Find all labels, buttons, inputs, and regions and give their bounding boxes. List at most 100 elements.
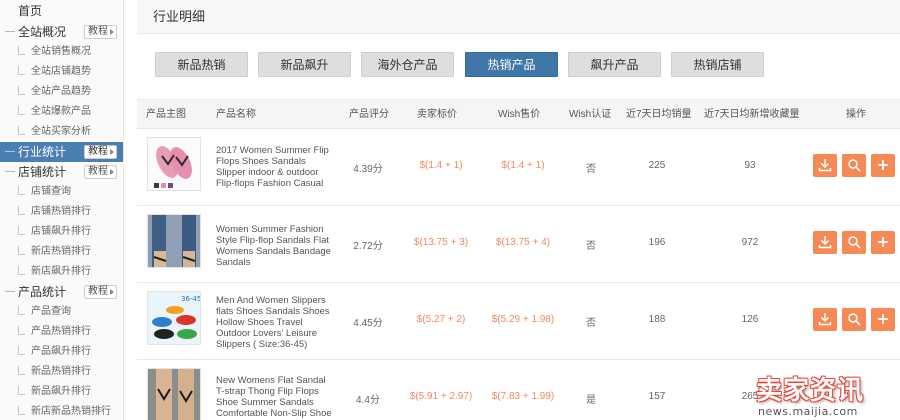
col-name: 产品名称 [216,109,256,120]
seller-price: $(5.27 + 2) [416,314,466,325]
product-name[interactable]: Men And Women Slippers flats Shoes Sanda… [216,295,336,350]
product-rating: 2.72分 [353,241,383,252]
main-panel: 行业明细 新品热销 新品飙升 海外仓产品 热销产品 飙升产品 热销店铺 产品主图… [137,0,900,420]
favorites-7d: 972 [741,237,759,248]
plus-icon [878,314,888,324]
nav-home[interactable]: 首页 [0,0,123,22]
tab-hot-products[interactable]: 热销产品 [465,52,558,77]
table-row: 36-45 Men And Women Slippers flats Shoes… [137,283,900,360]
wish-price: $(13.75 + 4) [495,237,551,248]
sidebar-item[interactable]: 全站爆款产品 [0,102,123,122]
download-button[interactable] [813,154,837,177]
favorites-7d: 93 [744,160,756,171]
sidebar-item[interactable]: 全站销售概况 [0,42,123,62]
search-icon [848,159,861,172]
sidebar-item[interactable]: 新品飙升排行 [0,382,123,402]
product-name[interactable]: Women Summer Fashion Style Flip-flop San… [216,224,336,268]
wish-price: $(7.83 + 1.99) [491,391,555,402]
download-button[interactable] [813,308,837,331]
col-favorites-7d[interactable]: 近7天日均新增收藏量 [704,100,800,129]
col-wish-verified[interactable]: Wish认证 [569,100,611,129]
sidebar-item[interactable]: 店铺飙升排行 [0,222,123,242]
thumb-badge: 36-45 [181,295,201,303]
table-row: 2017 Women Summer Flip Flops Shoes Sanda… [137,129,900,206]
watermark-brand: 卖家资讯 [756,376,865,406]
add-button[interactable] [871,308,895,331]
product-rating: 4.4分 [356,395,380,406]
watermark-logo: 卖家资讯 news.maijia.com [752,368,900,420]
sidebar-group-site-overview[interactable]: — 全站概况 教程 [0,22,123,42]
search-button[interactable] [842,308,866,331]
tutorial-button[interactable]: 教程 [84,165,117,179]
sidebar-item[interactable]: 店铺热销排行 [0,202,123,222]
product-thumbnail[interactable] [147,214,201,268]
sidebar-item[interactable]: 产品飙升排行 [0,342,123,362]
sidebar-group-store-stats[interactable]: — 店铺统计 教程 [0,162,123,182]
sidebar: 首页 — 全站概况 教程 全站销售概况 全站店铺趋势 全站产品趋势 全站爆款产品… [0,0,124,420]
tab-rising-products[interactable]: 飙升产品 [568,52,661,77]
plus-icon [878,237,888,247]
plus-icon [878,160,888,170]
add-button[interactable] [871,154,895,177]
sidebar-group-label: 店铺统计 [18,165,67,179]
seller-price: $(1.4 + 1) [419,160,463,171]
table-row: Women Summer Fashion Style Flip-flop San… [137,206,900,283]
search-button[interactable] [842,154,866,177]
wish-price: $(5.29 + 1.98) [491,314,555,325]
product-name[interactable]: 2017 Women Summer Flip Flops Shoes Sanda… [216,145,336,189]
wish-price: $(1.4 + 1) [501,160,545,171]
sales-7d: 157 [648,391,666,402]
col-sales-7d[interactable]: 近7天日均销量 [626,100,692,129]
sidebar-item[interactable]: 全站买家分析 [0,122,123,142]
favorites-7d: 126 [741,314,759,325]
add-button[interactable] [871,231,895,254]
tab-overseas-warehouse[interactable]: 海外仓产品 [361,52,454,77]
sidebar-item[interactable]: 新店新品热销排行 [0,402,123,420]
product-thumbnail[interactable] [147,368,201,420]
collapse-icon[interactable]: — [5,286,15,298]
tutorial-button[interactable]: 教程 [84,285,117,299]
tab-new-rising[interactable]: 新品飙升 [258,52,351,77]
sales-7d: 188 [648,314,666,325]
watermark-url: news.maijia.com [758,405,858,418]
download-icon [818,313,832,326]
download-button[interactable] [813,231,837,254]
sales-7d: 196 [648,237,666,248]
sidebar-item[interactable]: 全站店铺趋势 [0,62,123,82]
sidebar-group-label: 行业统计 [18,145,67,159]
product-rating: 4.39分 [353,164,383,175]
search-icon [848,236,861,249]
sidebar-item[interactable]: 全站产品趋势 [0,82,123,102]
sidebar-item[interactable]: 产品查询 [0,302,123,322]
collapse-icon[interactable]: — [5,146,15,158]
col-seller-price[interactable]: 卖家标价 [417,100,457,129]
product-thumbnail[interactable] [147,137,201,191]
sidebar-item[interactable]: 店铺查询 [0,182,123,202]
tutorial-button[interactable]: 教程 [84,145,117,159]
seller-price: $(5.91 + 2.97) [409,391,473,402]
sidebar-item[interactable]: 新店热销排行 [0,242,123,262]
search-button[interactable] [842,231,866,254]
product-name[interactable]: New Womens Flat Sandal T-strap Thong Fli… [216,375,336,419]
tab-hot-stores[interactable]: 热销店铺 [671,52,764,77]
sidebar-item[interactable]: 产品热销排行 [0,322,123,342]
sidebar-item[interactable]: 新品热销排行 [0,362,123,382]
seller-price: $(13.75 + 3) [413,237,469,248]
col-actions: 操作 [846,109,866,120]
col-rating[interactable]: 产品评分 [349,100,389,129]
col-wish-price[interactable]: Wish售价 [498,100,540,129]
tutorial-button[interactable]: 教程 [84,25,117,39]
download-icon [818,236,832,249]
collapse-icon[interactable]: — [5,166,15,178]
sidebar-item[interactable]: 新店飙升排行 [0,262,123,282]
product-rating: 4.45分 [353,318,383,329]
search-icon [848,313,861,326]
wish-verified: 否 [586,241,596,252]
tab-new-hot[interactable]: 新品热销 [155,52,248,77]
collapse-icon[interactable]: — [5,26,15,38]
sidebar-group-product-stats[interactable]: — 产品统计 教程 [0,282,123,302]
product-thumbnail[interactable]: 36-45 [147,291,201,345]
table-header: 产品主图 产品名称 产品评分 卖家标价 Wish售价 Wish认证 近7天日均销… [137,99,900,129]
sidebar-group-industry-stats[interactable]: — 行业统计 教程 [0,142,123,162]
wish-verified: 否 [586,318,596,329]
